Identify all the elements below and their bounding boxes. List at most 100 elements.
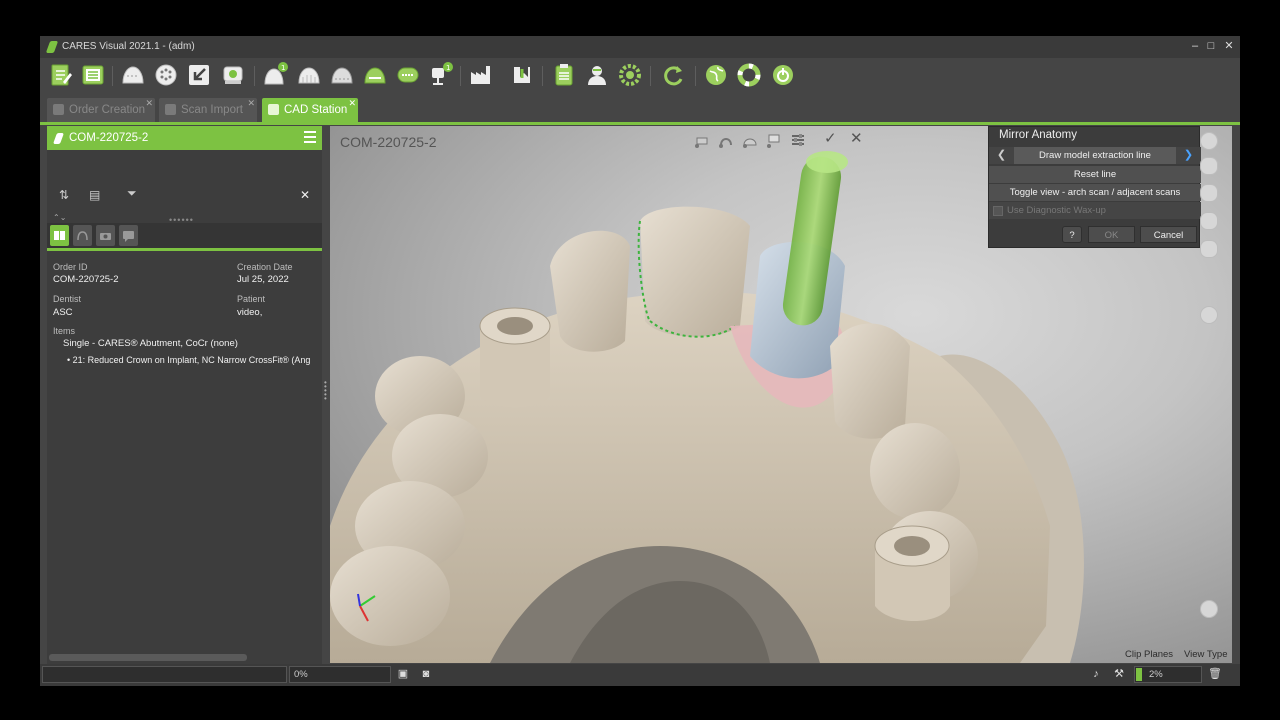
minimize-button[interactable]: –: [1188, 39, 1202, 53]
use-wax-up-label: Use Diagnostic Wax-up: [1007, 205, 1106, 216]
filter-icon[interactable]: ⏷: [127, 186, 141, 200]
zoom-fill-bar: [1136, 668, 1142, 681]
maximize-button[interactable]: □: [1204, 39, 1218, 53]
panel-splitter[interactable]: • • • • •: [322, 126, 330, 666]
crown-icon[interactable]: [296, 62, 322, 88]
clipboard-icon[interactable]: [551, 62, 577, 88]
toggle-view-button[interactable]: Toggle view - arch scan / adjacent scans: [989, 184, 1201, 201]
collapse-arrows-icon[interactable]: ⌃⌄: [53, 213, 66, 222]
creation-date-label: Creation Date: [237, 262, 293, 272]
globe-icon[interactable]: [703, 62, 729, 88]
view-tooth-icon[interactable]: [694, 132, 710, 148]
crown-badge-icon[interactable]: 1: [262, 62, 288, 88]
order-list-icon[interactable]: [80, 62, 106, 88]
item-abutment[interactable]: Single - CARES® Abutment, CoCr (none): [63, 338, 238, 349]
prev-arrow-button[interactable]: ❮: [989, 147, 1014, 164]
view-margin-icon[interactable]: [718, 132, 734, 148]
close-window-button[interactable]: ✕: [1222, 39, 1236, 53]
tab-order-info[interactable]: [50, 225, 69, 246]
side-tooth-icon[interactable]: [1200, 157, 1218, 175]
tab-label: Scan Import: [181, 104, 243, 116]
title-bar: CARES Visual 2021.1 - (adm) – □ ✕: [40, 36, 1240, 58]
side-tool-circle[interactable]: [1200, 132, 1218, 150]
export-icon[interactable]: [509, 62, 535, 88]
close-panel-button[interactable]: ✕: [300, 188, 314, 202]
draw-extraction-line-row: ❮ Draw model extraction line ❯: [989, 147, 1201, 164]
svg-text:1: 1: [281, 64, 285, 72]
tree-badge-icon[interactable]: 1: [428, 62, 454, 88]
workflow-tabs: Order Creation ✕ Scan Import ✕ CAD Stati…: [40, 96, 1240, 124]
tab-cad-station[interactable]: CAD Station ✕: [262, 98, 358, 122]
draw-extraction-line-button[interactable]: Draw model extraction line: [1039, 150, 1151, 161]
item-crown[interactable]: • 21: Reduced Crown on Implant, NC Narro…: [67, 355, 310, 365]
side-tool-circle[interactable]: [1200, 306, 1218, 324]
jaw-icon[interactable]: [395, 62, 421, 88]
side-tooth-icon[interactable]: [1200, 184, 1218, 202]
app-window: CARES Visual 2021.1 - (adm) – □ ✕ 1 1 Or…: [40, 36, 1240, 686]
creation-date-value: Jul 25, 2022: [237, 274, 289, 285]
mirror-anatomy-panel: Mirror Anatomy ❮ Draw model extraction l…: [988, 126, 1201, 248]
cancel-button[interactable]: Cancel: [1140, 226, 1197, 243]
close-tab-icon[interactable]: ✕: [145, 98, 153, 109]
notification-bell-icon[interactable]: ♪: [1089, 667, 1103, 681]
power-icon[interactable]: [770, 62, 796, 88]
view-crown-icon[interactable]: [742, 132, 758, 148]
scanner-icon[interactable]: [220, 62, 246, 88]
trash-icon[interactable]: 🗑: [1208, 667, 1222, 681]
list-view-icon[interactable]: ▤: [89, 188, 103, 202]
view-sliders-icon[interactable]: [790, 132, 806, 148]
import-icon[interactable]: [186, 62, 212, 88]
scan-icon[interactable]: [120, 62, 146, 88]
help-button[interactable]: ?: [1062, 226, 1082, 243]
cad-3d-viewport[interactable]: COM-220725-2 ✓ ✕ Mirror Anatomy ❮ Draw m…: [330, 126, 1232, 663]
tab-underline: [40, 122, 1240, 125]
cancel-x-button[interactable]: ✕: [850, 129, 863, 147]
view-implant-icon[interactable]: [766, 132, 782, 148]
order-id-label: Order ID: [53, 262, 88, 272]
settings-gear-icon[interactable]: [617, 62, 643, 88]
use-wax-up-checkbox[interactable]: [993, 206, 1003, 216]
tab-comments[interactable]: [119, 225, 138, 246]
mirror-anatomy-title: Mirror Anatomy: [999, 129, 1077, 141]
dentist-label: Dentist: [53, 294, 82, 304]
save-icon[interactable]: ▣: [396, 667, 410, 681]
viewport-bottom-bar: Clip Planes View Type: [330, 646, 1232, 663]
order-panel-header: COM-220725-2: [47, 126, 322, 150]
side-tool-circle[interactable]: [1200, 600, 1218, 618]
view-type-button[interactable]: View Type: [1184, 649, 1227, 660]
tab-camera[interactable]: [96, 225, 115, 246]
new-order-icon[interactable]: [48, 62, 74, 88]
hamburger-menu-icon[interactable]: [304, 131, 316, 143]
user-icon[interactable]: [584, 62, 610, 88]
horizontal-scrollbar[interactable]: [49, 654, 247, 661]
ok-button[interactable]: OK: [1088, 226, 1135, 243]
close-tab-icon[interactable]: ✕: [348, 98, 356, 109]
crown-outline-icon[interactable]: [329, 62, 355, 88]
factory-icon[interactable]: [468, 62, 494, 88]
order-creation-icon: [53, 104, 64, 115]
bridge-icon[interactable]: [362, 62, 388, 88]
clip-planes-button[interactable]: Clip Planes: [1125, 649, 1173, 660]
confirm-check-button[interactable]: ✓: [824, 129, 837, 147]
help-lifebuoy-icon[interactable]: [736, 62, 762, 88]
use-wax-up-row: Use Diagnostic Wax-up: [989, 202, 1201, 219]
tab-scan-import[interactable]: Scan Import ✕: [159, 98, 257, 122]
tools-wrench-icon[interactable]: ⚒: [1112, 667, 1126, 681]
reset-line-button[interactable]: Reset line: [989, 166, 1201, 183]
order-id-value: COM-220725-2: [53, 274, 119, 285]
tab-jaw-view[interactable]: [73, 225, 92, 246]
tab-order-creation[interactable]: Order Creation ✕: [47, 98, 155, 122]
sort-icon[interactable]: ⇅: [59, 188, 73, 202]
scan-dots-icon[interactable]: [153, 62, 179, 88]
svg-text:1: 1: [446, 64, 450, 72]
refresh-icon[interactable]: [660, 62, 686, 88]
side-tooth-icon[interactable]: [1200, 240, 1218, 258]
toolbar-separator: [695, 66, 696, 86]
toolbar-separator: [112, 66, 113, 86]
camera-icon[interactable]: ◙: [419, 667, 433, 681]
close-tab-icon[interactable]: ✕: [247, 98, 255, 109]
side-tooth-icon[interactable]: [1200, 212, 1218, 230]
next-arrow-button[interactable]: ❯: [1176, 147, 1201, 164]
leaf-icon: [52, 133, 65, 144]
patient-label: Patient: [237, 294, 266, 304]
